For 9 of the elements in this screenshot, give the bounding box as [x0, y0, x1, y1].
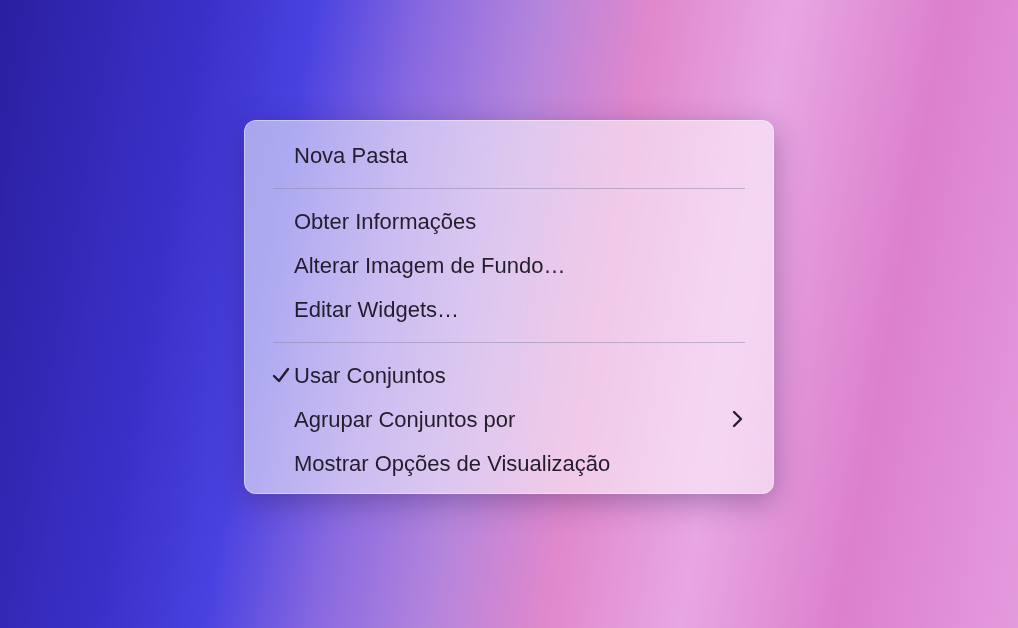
chevron-right-icon: [731, 410, 743, 428]
menu-item[interactable]: Editar Widgets…: [255, 287, 763, 331]
menu-item[interactable]: Nova Pasta: [255, 133, 763, 177]
menu-item[interactable]: Mostrar Opções de Visualização: [255, 441, 763, 485]
menu-item[interactable]: Usar Conjuntos: [255, 353, 763, 397]
menu-item[interactable]: Alterar Imagem de Fundo…: [255, 243, 763, 287]
menu-item[interactable]: Obter Informações: [255, 199, 763, 243]
checkmark-icon: [272, 366, 290, 384]
menu-item[interactable]: Agrupar Conjuntos por: [255, 397, 763, 441]
